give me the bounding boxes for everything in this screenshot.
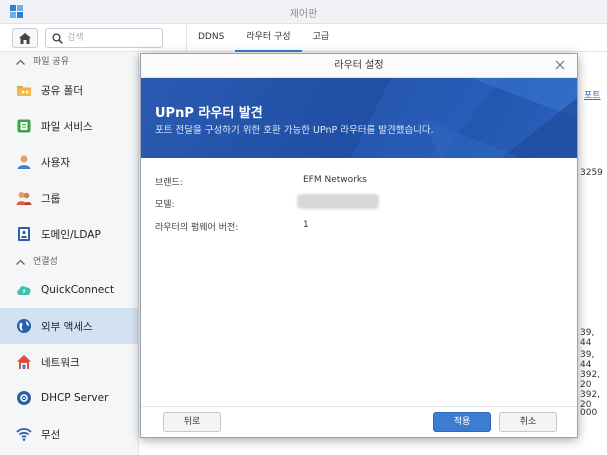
cancel-button[interactable]: 취소 (499, 412, 557, 432)
brand-value: EFM Networks (303, 175, 367, 185)
apply-button[interactable]: 적용 (433, 412, 491, 432)
banner-title: UPnP 라우터 발견 (155, 106, 263, 121)
port-cell: 000 (580, 408, 598, 418)
tab-advanced[interactable]: 고급 (302, 24, 341, 52)
port-cell: 39, 44 (580, 350, 595, 370)
port-cell: 392, 20 (580, 390, 601, 410)
sidebar-item-group[interactable]: 그룹 (0, 180, 138, 216)
sidebar-item-label: 도메인/LDAP (41, 228, 101, 241)
quickconnect-icon (16, 282, 32, 298)
router-settings-dialog: 라우터 설정 UPnP 라우터 발견 포트 전달을 구성하기 위한 호환 가능한… (140, 53, 578, 438)
toolbar: DDNS 라우터 구성 고급 (0, 24, 607, 52)
port-cell: 392, 20 (580, 370, 601, 390)
firmware-version-value: 1 (303, 220, 309, 230)
port-cell: 3259 (580, 168, 603, 178)
wifi-icon (16, 426, 32, 442)
section-connectivity[interactable]: 연결성 (0, 252, 138, 272)
file-services-icon (16, 118, 32, 134)
sidebar-item-dhcp-server[interactable]: DHCP Server (0, 380, 138, 416)
search-input[interactable] (67, 31, 157, 45)
sidebar-item-label: QuickConnect (41, 284, 115, 296)
group-icon (16, 190, 32, 206)
wizard-banner: UPnP 라우터 발견 포트 전달을 구성하기 위한 호환 가능한 UPnP 라… (141, 78, 577, 158)
dialog-title: 라우터 설정 (141, 54, 577, 78)
close-button[interactable] (553, 58, 567, 72)
chevron-up-icon (16, 259, 25, 265)
tab-bar: DDNS 라우터 구성 고급 (186, 24, 340, 52)
close-icon (555, 60, 565, 70)
model-value-redacted (297, 194, 379, 209)
section-file-sharing[interactable]: 파일 공유 (0, 52, 138, 72)
window-title: 제어판 (289, 9, 318, 20)
globe-icon (16, 318, 32, 334)
domain-ldap-icon (16, 226, 32, 242)
model-label: 모델: (155, 200, 175, 210)
sidebar-item-label: 무선 (41, 428, 61, 441)
shared-folder-icon (16, 82, 32, 98)
brand-label: 브랜드: (155, 178, 183, 188)
home-button[interactable] (12, 28, 38, 48)
user-icon (16, 154, 32, 170)
sidebar-item-label: 외부 액세스 (41, 320, 93, 333)
firmware-version-label: 라우터의 펌웨어 버전: (155, 223, 239, 233)
banner-subtitle: 포트 전달을 구성하기 위한 호환 가능한 UPnP 라우터를 발견했습니다. (155, 125, 434, 136)
sidebar-item-label: 사용자 (41, 156, 70, 169)
house-network-icon (16, 354, 32, 370)
sidebar-item-external-access[interactable]: 외부 액세스 (0, 308, 138, 344)
sidebar-item-file-services[interactable]: 파일 서비스 (0, 108, 138, 144)
section-label: 파일 공유 (33, 57, 69, 67)
sidebar-item-label: DHCP Server (41, 392, 109, 404)
home-icon (19, 32, 31, 44)
port-column-header[interactable]: 포트 (584, 88, 601, 101)
sidebar-item-label: 그룹 (41, 192, 61, 205)
search-field[interactable] (45, 28, 163, 48)
sidebar-item-label: 네트워크 (41, 356, 80, 369)
sidebar-item-label: 파일 서비스 (41, 120, 93, 133)
sidebar-item-wireless[interactable]: 무선 (0, 416, 138, 452)
sidebar-item-domain-ldap[interactable]: 도메인/LDAP (0, 216, 138, 252)
sidebar-item-user[interactable]: 사용자 (0, 144, 138, 180)
section-label: 연결성 (33, 257, 58, 267)
window-titlebar: 제어판 (0, 0, 607, 24)
dhcp-server-icon (16, 390, 32, 406)
sidebar-item-label: 공유 폴더 (41, 84, 83, 97)
tab-router-config[interactable]: 라우터 구성 (235, 24, 302, 52)
chevron-up-icon (16, 59, 25, 65)
sidebar: 파일 공유 공유 폴더 파일 서비스 사용자 그룹 도메인/LDAP 연결성 Q… (0, 52, 139, 455)
search-icon (52, 33, 63, 44)
back-button[interactable]: 뒤로 (163, 412, 221, 432)
tab-ddns[interactable]: DDNS (187, 24, 235, 52)
sidebar-item-shared-folder[interactable]: 공유 폴더 (0, 72, 138, 108)
port-cell: 39, 44 (580, 328, 595, 348)
sidebar-item-network[interactable]: 네트워크 (0, 344, 138, 380)
sidebar-item-quickconnect[interactable]: QuickConnect (0, 272, 138, 308)
